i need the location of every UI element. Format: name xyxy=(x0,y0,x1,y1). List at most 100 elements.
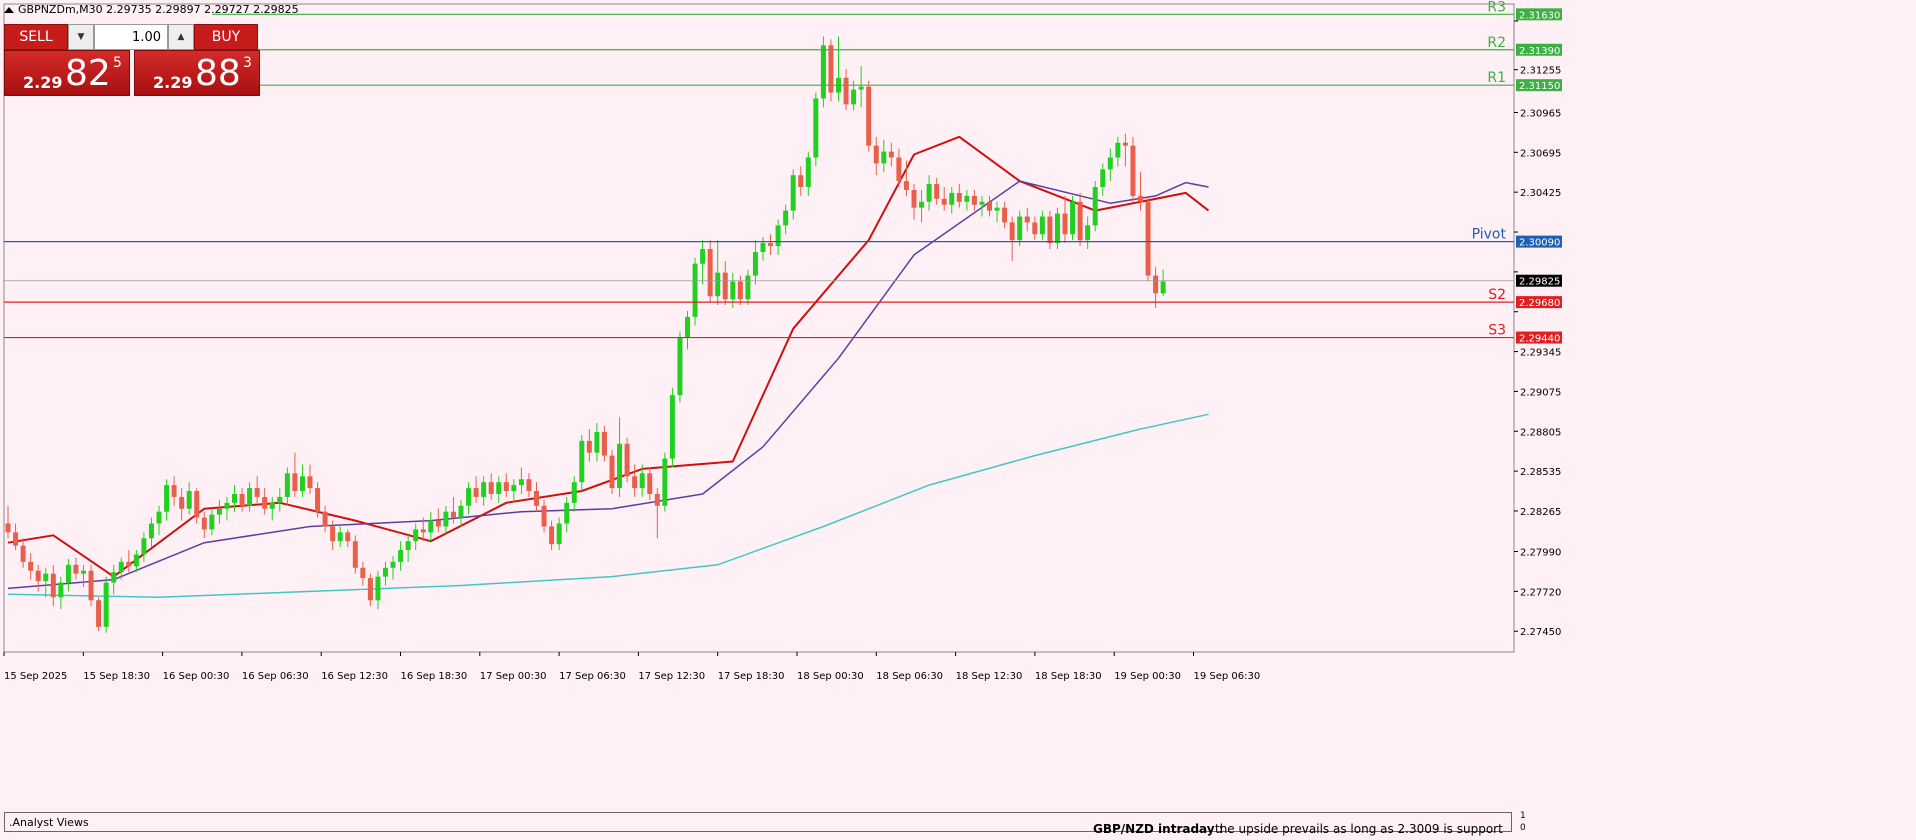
candle-body xyxy=(813,98,819,158)
candle-body xyxy=(669,395,675,459)
chart-frame xyxy=(3,3,1515,653)
candle-body xyxy=(888,151,894,158)
candle-body xyxy=(43,573,49,582)
time-tick-label: 18 Sep 18:30 xyxy=(1035,671,1102,682)
candle-body xyxy=(949,192,955,205)
candle-body xyxy=(413,529,419,542)
candle-body xyxy=(677,337,683,396)
analyst-scale-top: 1 xyxy=(1520,811,1526,821)
buy-price-main: 88 xyxy=(195,53,241,94)
candle-body xyxy=(118,561,124,573)
candle-body xyxy=(450,511,456,518)
chevron-up-icon[interactable]: ▲ xyxy=(168,24,194,50)
candle-body xyxy=(186,491,192,509)
candle-body xyxy=(330,526,336,542)
candle-body xyxy=(367,578,373,601)
candle-body xyxy=(164,485,170,512)
sell-price-main: 82 xyxy=(65,53,111,94)
candle-body xyxy=(420,529,426,533)
time-tick-label: 17 Sep 12:30 xyxy=(638,671,705,682)
price-tick-label: 2.27720 xyxy=(1520,587,1561,598)
candle-body xyxy=(987,201,992,211)
level-price-text: 2.31630 xyxy=(1519,10,1560,21)
candle-body xyxy=(541,505,547,527)
price-tick-label: 2.28265 xyxy=(1520,507,1561,518)
candle-body xyxy=(284,473,290,497)
candle-body xyxy=(722,272,728,300)
sell-price-box[interactable]: 2.29 82 5 xyxy=(4,50,130,96)
candle-body xyxy=(851,89,857,105)
price-tick-label: 2.30965 xyxy=(1520,108,1561,119)
price-chart[interactable]: R3 2.31630 R2 2.31390 R1 2.31150 Pivot 2.30090 S… xyxy=(0,0,1916,840)
candle-body xyxy=(1085,225,1091,241)
candle-body xyxy=(73,564,79,574)
candle-body xyxy=(383,567,388,577)
level-name-r1: R1 xyxy=(1487,70,1506,86)
time-tick-label: 18 Sep 06:30 xyxy=(876,671,943,682)
candle-body xyxy=(50,573,56,598)
buy-price-prefix: 2.29 xyxy=(153,73,193,92)
candle-body xyxy=(685,316,690,338)
candle-body xyxy=(111,572,117,583)
buy-price-sup: 3 xyxy=(243,55,252,71)
candle-body xyxy=(35,570,41,582)
time-tick-label: 17 Sep 06:30 xyxy=(559,671,626,682)
candle-body xyxy=(1039,216,1045,235)
candle-body xyxy=(65,564,71,583)
candle-body xyxy=(549,526,555,545)
candle-body xyxy=(911,189,917,208)
candle-body xyxy=(1100,169,1106,188)
candle-body xyxy=(1107,157,1113,170)
candle-body xyxy=(964,195,970,202)
candle-body xyxy=(1047,216,1053,244)
candle-body xyxy=(798,175,804,188)
candle-body xyxy=(805,157,811,188)
candle-body xyxy=(473,488,479,497)
candle-body xyxy=(1009,222,1015,241)
candle-body xyxy=(1145,201,1151,276)
candle-body xyxy=(707,248,713,297)
candle-body xyxy=(133,554,139,567)
price-tick-label: 2.27450 xyxy=(1520,627,1561,638)
candle-body xyxy=(511,485,517,492)
candle-body xyxy=(1153,275,1159,294)
sell-price-sup: 5 xyxy=(113,55,122,71)
candle-body xyxy=(1130,145,1136,196)
volume-input[interactable]: 1.00 xyxy=(94,24,168,50)
analyst-views-tab[interactable]: .Analyst Views xyxy=(9,816,89,829)
candle-body xyxy=(994,207,1000,211)
candle-body xyxy=(700,248,706,264)
buy-button[interactable]: BUY xyxy=(194,24,258,50)
candle-body xyxy=(322,511,328,527)
candle-body xyxy=(579,440,585,483)
candle-body xyxy=(1070,201,1076,235)
candle-body xyxy=(632,476,638,489)
candle-body xyxy=(443,511,449,527)
sell-button[interactable]: SELL xyxy=(4,24,68,50)
candle-body xyxy=(428,520,434,533)
candle-body xyxy=(88,570,94,601)
candle-body xyxy=(481,482,487,497)
ma_fast-line xyxy=(7,135,1210,578)
time-tick-label: 19 Sep 06:30 xyxy=(1194,671,1261,682)
candle-body xyxy=(903,181,909,190)
analyst-label: GBP/NZD intraday : xyxy=(1093,822,1224,836)
time-tick-label: 17 Sep 18:30 xyxy=(718,671,785,682)
candle-body xyxy=(194,491,200,518)
candle-body xyxy=(586,440,592,453)
price-tick-label: 2.29345 xyxy=(1520,348,1561,359)
candle-body xyxy=(1017,216,1023,241)
candle-body xyxy=(979,201,985,205)
candle-body xyxy=(239,493,245,506)
candle-body xyxy=(224,502,230,509)
candle-body xyxy=(775,225,781,247)
candle-body xyxy=(692,263,698,317)
candle-body xyxy=(1054,213,1060,244)
chevron-down-icon[interactable]: ▼ xyxy=(68,24,94,50)
buy-price-box[interactable]: 2.29 88 3 xyxy=(134,50,260,96)
level-name-s3: S3 xyxy=(1488,323,1506,339)
candle-body xyxy=(5,523,11,533)
candle-body xyxy=(58,582,64,598)
candle-body xyxy=(209,514,215,530)
time-tick-label: 15 Sep 18:30 xyxy=(83,671,150,682)
